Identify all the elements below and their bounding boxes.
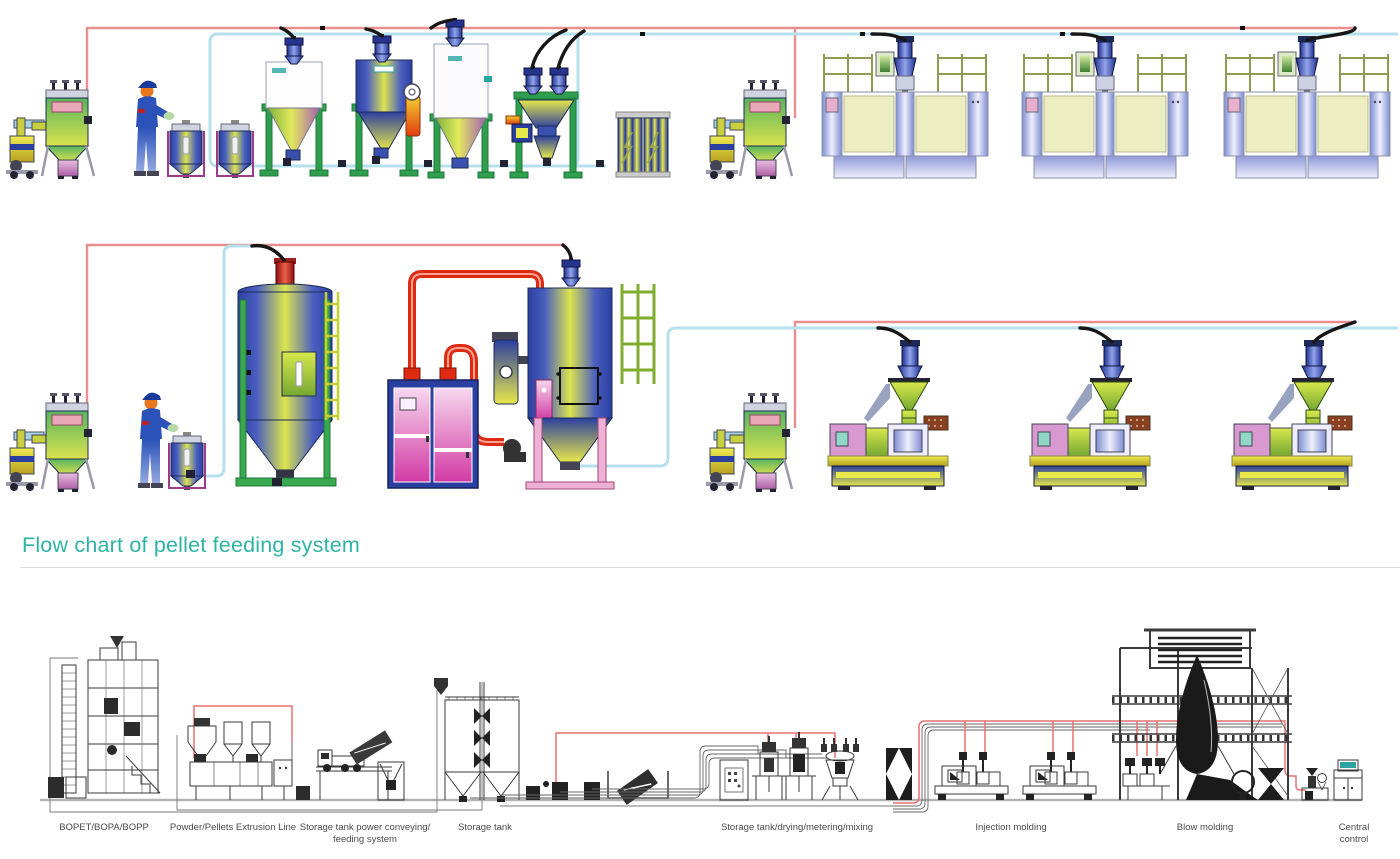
station-label-blow: Blow molding bbox=[1177, 822, 1234, 834]
platform-ladder-icon bbox=[622, 284, 654, 384]
station-label-injection: Injection molding bbox=[975, 822, 1046, 834]
station-label-bopet: BOPET/BOPA/BOPP bbox=[59, 822, 149, 834]
large-storage-silo-icon bbox=[236, 258, 338, 486]
truck-unloading-icon bbox=[316, 730, 404, 800]
conveying-pipe-cyan-row2 bbox=[196, 246, 1398, 476]
injection-molding-machine-icon bbox=[828, 340, 948, 490]
injection-molding-machine-icon bbox=[1030, 340, 1150, 490]
storage-tank-icon bbox=[434, 678, 519, 802]
plant-illustration bbox=[0, 0, 1400, 525]
mixing-unit-icon bbox=[821, 738, 859, 800]
bopet-film-line-icon bbox=[48, 636, 160, 798]
conveying-pumps-icon bbox=[526, 781, 600, 800]
page: Flow chart of pellet feeding system bbox=[0, 0, 1400, 859]
blow-molding-machine-icon bbox=[1224, 36, 1390, 178]
injection-molding-line-icon bbox=[935, 752, 1008, 800]
mixing-tank-icon bbox=[168, 120, 204, 178]
electric-control-cabinet-icon bbox=[616, 112, 670, 177]
station-label-storage-tank: Storage tank bbox=[458, 822, 512, 834]
mixing-tank-icon bbox=[217, 120, 253, 178]
injection-molding-machine-icon bbox=[1232, 340, 1352, 490]
dust-collector-icon bbox=[32, 393, 94, 492]
station-label-extrusion: Powder/Pellets Extrusion Line bbox=[170, 822, 296, 834]
station-label-central: Central control bbox=[1331, 822, 1377, 846]
storage-silo-icon bbox=[428, 18, 494, 178]
mixing-tank-icon bbox=[169, 432, 205, 490]
dust-collector-icon bbox=[730, 80, 792, 179]
flowchart-line-art bbox=[0, 578, 1400, 823]
central-control-icon bbox=[1302, 760, 1362, 800]
drying-metering-station-icon bbox=[720, 732, 816, 800]
station-label-drying: Storage tank/drying/metering/mixing bbox=[721, 822, 873, 834]
distributor-valve-icon bbox=[886, 748, 912, 800]
dust-collector-icon bbox=[32, 80, 94, 179]
blow-film-tower-icon bbox=[1112, 630, 1292, 800]
blow-molding-machine-icon bbox=[1022, 36, 1188, 178]
dehumidifier-icon bbox=[388, 368, 478, 488]
page-title: Flow chart of pellet feeding system bbox=[22, 533, 360, 558]
station-label-conveying: Storage tank power conveying/ feeding sy… bbox=[300, 822, 430, 846]
hopper-on-stand-icon bbox=[260, 36, 328, 176]
hopper-dryer-icon bbox=[350, 34, 420, 176]
dust-collector-icon bbox=[730, 393, 792, 492]
extrusion-line-icon bbox=[188, 706, 310, 800]
drying-hopper-icon bbox=[492, 258, 614, 489]
injection-molding-line-icon bbox=[1023, 752, 1096, 800]
weighing-hopper-icon bbox=[506, 66, 582, 178]
section-divider bbox=[20, 567, 1400, 568]
blow-molding-machine-icon bbox=[822, 36, 988, 178]
